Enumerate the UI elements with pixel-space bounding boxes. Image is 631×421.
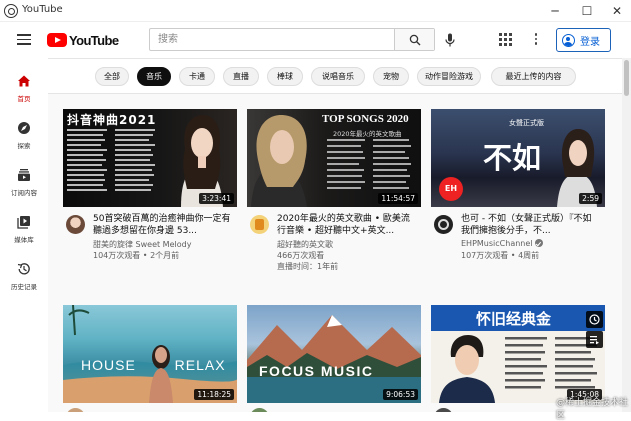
video-thumbnail[interactable]: 抖音神曲2021 3:23:41 [63,109,237,207]
watermark-text: @稀土掘金技术社区 [556,398,629,421]
ehp-logo: EH [439,177,463,201]
nav-item-home[interactable]: 首页 [0,66,48,112]
video-duration: 9:06:53 [383,389,418,400]
top-header: YouTube 登录 [0,22,631,58]
video-title[interactable]: 也可 - 不如（女聲正式版）『不如我們擁抱後分手，不... [461,213,599,237]
menu-icon[interactable] [17,34,31,45]
channel-avatar[interactable] [250,215,269,234]
channel-name[interactable]: 超好聽的英文歌 [277,239,333,250]
thumbnail-title-text: 不如 [483,143,542,175]
video-meta: 107万次观看 • 4周前 [461,251,540,260]
video-thumbnail[interactable]: FOCUS MUSIC 9:06:53 [247,305,421,403]
thumbnail-subtitle: 女聲正式版 [509,119,544,127]
app-icon [4,4,18,18]
left-nav: 首页 探索 订阅内容 媒体库 历史记录 [0,58,48,412]
thumbnail-subtitle: 2020年最火的英文歌曲 [333,130,402,138]
video-thumbnail[interactable]: TOP SONGS 2020 2020年最火的英文歌曲 11:54:57 [247,109,421,207]
apps-grid-icon[interactable] [499,33,512,46]
search-input[interactable] [150,29,396,50]
chip-cartoon[interactable]: 卡通 [179,67,215,86]
subscriptions-icon [18,169,30,181]
song-list-graphic [327,139,411,189]
library-icon [17,216,30,229]
account-icon [562,33,575,47]
nav-label: 订阅内容 [11,189,37,197]
nav-label: 历史记录 [11,283,37,291]
scrollbar[interactable] [622,58,631,412]
chip-music[interactable]: 音乐 [137,67,171,86]
channel-avatar[interactable] [434,215,453,234]
chip-pets[interactable]: 宠物 [373,67,409,86]
video-duration: 11:54:57 [378,193,418,204]
search-box [149,28,435,51]
more-options-icon[interactable] [532,31,540,48]
channel-avatar[interactable] [66,215,85,234]
chip-recently-uploaded[interactable]: 最近上传的内容 [491,67,576,86]
window-title: YouTube [22,4,63,15]
video-card[interactable]: FOCUS MUSIC 9:06:53 [247,305,421,412]
chip-all[interactable]: 全部 [95,67,129,86]
minimize-button[interactable]: ─ [540,1,570,21]
signin-button[interactable]: 登录 [556,28,611,52]
nav-item-subscriptions[interactable]: 订阅内容 [0,160,48,206]
video-duration: 11:18:25 [194,389,234,400]
video-meta: 466万次观看 [277,251,325,260]
nav-item-library[interactable]: 媒体库 [0,207,48,253]
chip-live[interactable]: 直播 [223,67,259,86]
thumbnail-title-text: 抖音神曲2021 [67,113,157,127]
chip-rap[interactable]: 说唱音乐 [311,67,365,86]
search-button[interactable] [394,29,434,50]
video-duration: 2:59 [579,193,602,204]
singer-photo [251,115,307,207]
video-card[interactable]: 抖音神曲2021 3:23:41 50首突破百萬的治癒神曲你一定有聽過多想留在你… [63,109,237,279]
channel-name[interactable]: 甜美的旋律 Sweet Melody [93,239,191,250]
video-thumbnail[interactable]: 怀旧经典金 1:45:08 [431,305,605,403]
search-icon [409,34,420,45]
chip-action-adventure[interactable]: 动作冒险游戏 [417,67,481,86]
signin-label: 登录 [580,36,600,48]
video-meta: 104万次观看 • 2个月前 [93,251,180,260]
thumbnail-title-text: FOCUS MUSIC [259,363,374,379]
video-card[interactable]: TOP SONGS 2020 2020年最火的英文歌曲 11:54:57 202… [247,109,421,279]
nav-item-explore[interactable]: 探索 [0,113,48,159]
filter-chip-bar: 全部 音乐 卡通 直播 棒球 说唱音乐 宠物 动作冒险游戏 最近上传的内容 [48,58,622,94]
compass-icon [18,122,30,134]
youtube-logo[interactable]: YouTube [47,31,119,49]
video-thumbnail[interactable]: 女聲正式版 不如 EH 2:59 [431,109,605,207]
video-card[interactable]: 女聲正式版 不如 EH 2:59 也可 - 不如（女聲正式版）『不如我們擁抱後分… [431,109,605,279]
scrollbar-thumb[interactable] [624,60,629,96]
nav-label: 首页 [17,95,31,103]
channel-name[interactable]: EHPMusicChannel [461,239,543,248]
singer-photo [439,335,495,403]
video-card[interactable]: HOUSE RELAX 11:18:25 [63,305,237,412]
thumbnail-title-text: TOP SONGS 2020 [322,113,409,125]
nav-item-history[interactable]: 历史记录 [0,254,48,300]
voice-search-icon[interactable] [442,32,458,48]
video-title[interactable]: 2020年最火的英文歌曲 • 歐美流行音樂 • 超好聽中文+英文... [277,213,415,237]
song-list-graphic [67,129,155,191]
channel-name-text: EHPMusicChannel [461,239,533,248]
add-to-queue-icon[interactable] [586,331,603,348]
watch-later-icon[interactable] [586,311,603,328]
home-icon [18,75,30,87]
video-duration: 3:23:41 [199,193,234,204]
video-meta-secondary: 直播时间：1年前 [277,262,339,271]
brand-text: YouTube [69,32,119,48]
window-titlebar: YouTube ─ ☐ ✕ [0,0,631,22]
video-thumbnail[interactable]: HOUSE RELAX 11:18:25 [63,305,237,403]
nav-label: 探索 [17,142,31,150]
video-title[interactable]: 50首突破百萬的治癒神曲你一定有聽過多想留在你身邊 53... [93,213,231,237]
nav-label: 媒体库 [14,236,34,244]
youtube-play-icon [47,33,67,47]
chip-baseball[interactable]: 棒球 [267,67,303,86]
thumbnail-title-text: 怀旧经典金 [476,310,552,328]
close-button[interactable]: ✕ [602,1,631,21]
maximize-button[interactable]: ☐ [572,1,602,21]
video-feed: 抖音神曲2021 3:23:41 50首突破百萬的治癒神曲你一定有聽過多想留在你… [48,94,622,412]
history-icon [17,263,30,275]
thumbnail-title-text: HOUSE RELAX [81,357,226,373]
verified-icon [534,239,543,247]
